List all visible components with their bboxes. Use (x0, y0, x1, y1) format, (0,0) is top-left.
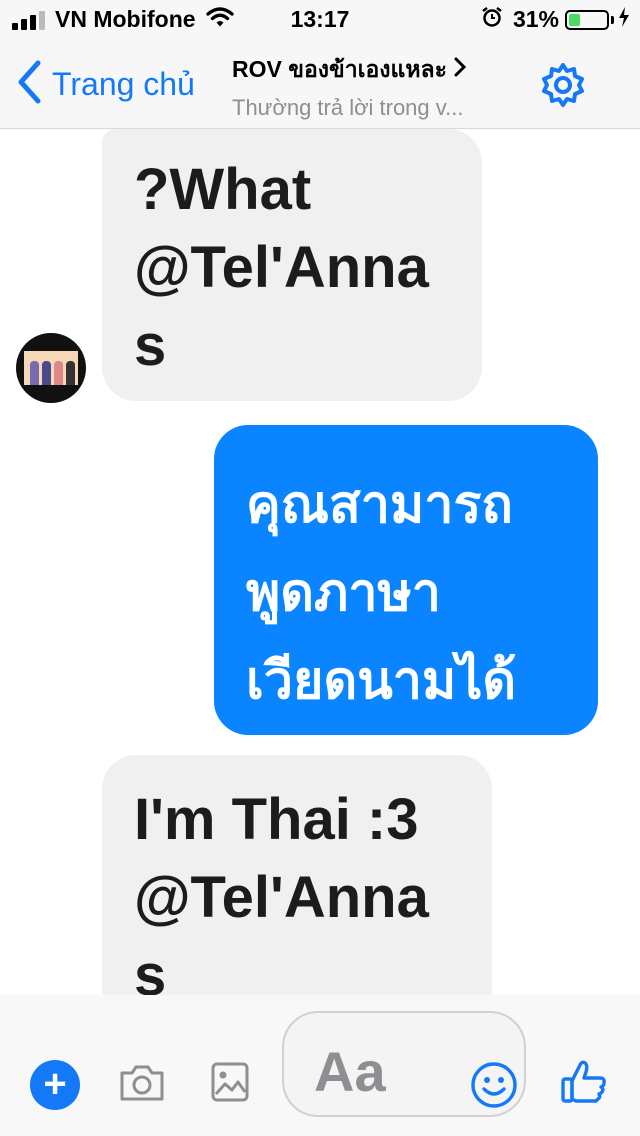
gear-icon[interactable] (540, 62, 586, 113)
message-line: s (134, 943, 167, 995)
conversation-title: ROV ของข้าเองแหละ (232, 56, 447, 82)
message-line: เวียดนามได้ (246, 652, 517, 710)
composer-bar: + Aa (0, 995, 640, 1136)
battery-icon (565, 9, 609, 30)
image-gallery-icon[interactable] (210, 1061, 250, 1108)
status-bar: VN Mobifone 13:17 31% (0, 0, 640, 40)
message-line: พูดภาษา (246, 564, 441, 622)
back-label: Trang chủ (52, 66, 195, 102)
alarm-icon (481, 6, 503, 33)
battery-tip (611, 15, 614, 24)
message-input-placeholder: Aa (314, 1040, 386, 1103)
back-button[interactable]: Trang chủ (16, 60, 195, 109)
incoming-message-bubble[interactable]: I'm Thai :3 @Tel'Anna s (102, 755, 492, 995)
charging-icon (618, 7, 630, 32)
avatar-image (24, 351, 78, 385)
message-line: @Tel'Anna (134, 865, 429, 930)
outgoing-message-bubble[interactable]: คุณสามารถ พูดภาษา เวียดนามได้ (214, 425, 598, 735)
conversation-title-row: ROV ของข้าเองแหละ (232, 52, 502, 88)
message-input[interactable]: Aa (282, 1011, 526, 1117)
conversation-header[interactable]: ROV ของข้าเองแหละ Thường trả lời trong v… (232, 52, 502, 121)
conversation-subtitle: Thường trả lời trong v... (232, 95, 464, 120)
chevron-right-icon (453, 56, 467, 82)
nav-bar: Trang chủ ROV ของข้าเองแหละ Thường trả l… (0, 40, 640, 129)
status-right: 31% (481, 6, 630, 33)
message-list[interactable]: ?What @Tel'Anna s คุณสามารถ พูดภาษา เวีย… (0, 129, 640, 995)
thumbs-up-icon[interactable] (560, 1059, 608, 1110)
message-line: s (134, 313, 167, 378)
chevron-left-icon (16, 60, 42, 109)
message-line: @Tel'Anna (134, 235, 429, 300)
battery-percent: 31% (512, 6, 559, 32)
message-line: ?What (134, 157, 312, 222)
emoji-icon[interactable] (470, 1061, 518, 1114)
incoming-message-bubble[interactable]: ?What @Tel'Anna s (102, 129, 482, 401)
message-line: คุณสามารถ (246, 476, 513, 534)
plus-icon[interactable]: + (30, 1060, 80, 1110)
avatar[interactable] (16, 333, 86, 403)
message-line: I'm Thai :3 (134, 787, 419, 852)
camera-icon[interactable] (118, 1063, 166, 1108)
